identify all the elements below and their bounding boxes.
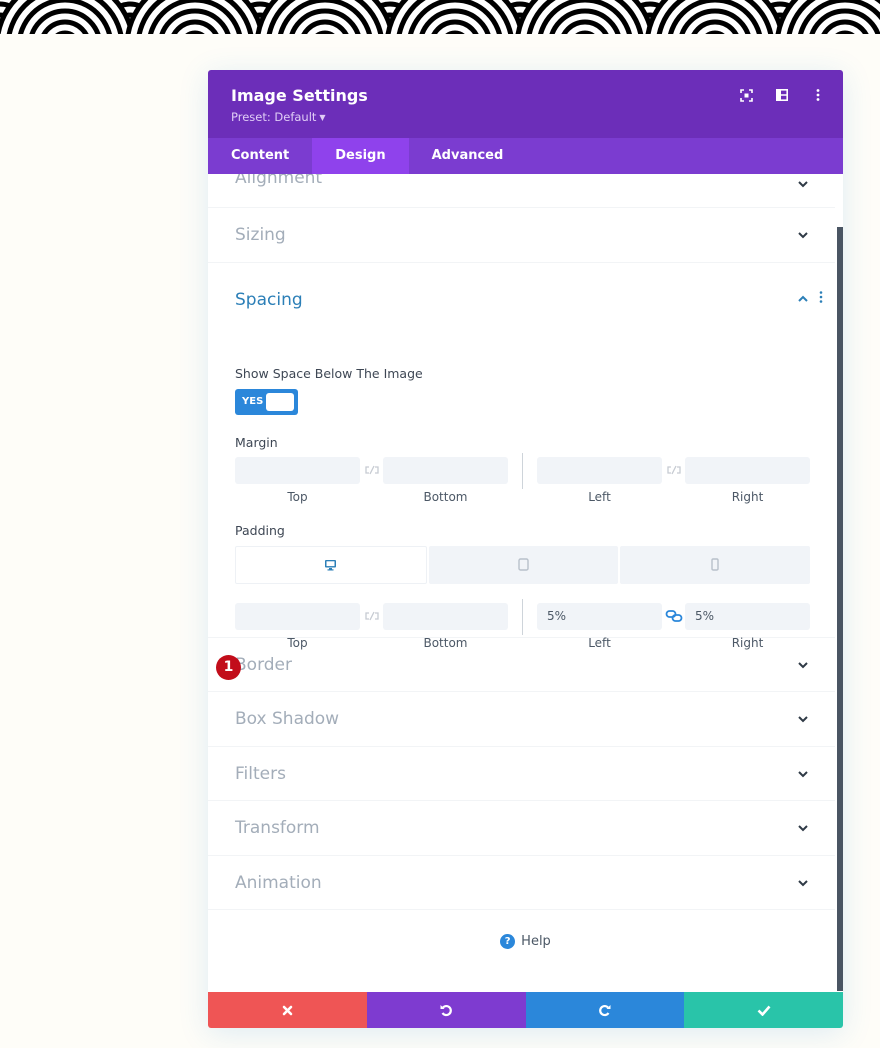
chevron-down-icon bbox=[798, 770, 808, 777]
tablet-icon bbox=[518, 558, 529, 571]
margin-right-input[interactable] bbox=[685, 456, 810, 484]
section-sizing[interactable]: Sizing bbox=[208, 208, 835, 263]
section-options-icon[interactable] bbox=[819, 290, 823, 303]
padding-left-input[interactable]: 5% bbox=[537, 602, 662, 630]
toggle-knob bbox=[266, 392, 294, 411]
discard-button[interactable] bbox=[208, 992, 367, 1028]
device-tab-phone[interactable] bbox=[620, 545, 811, 584]
settings-scroll-area: Alignment Sizing Spacing Show Space Belo… bbox=[208, 174, 843, 992]
modal-header: Image Settings Preset: Default ▼ bbox=[208, 70, 843, 138]
chevron-down-icon bbox=[798, 879, 808, 886]
phone-icon bbox=[711, 558, 719, 571]
show-space-label: Show Space Below The Image bbox=[235, 365, 423, 381]
section-title: Border bbox=[235, 654, 292, 675]
more-options-icon[interactable] bbox=[811, 88, 825, 102]
section-title: Transform bbox=[235, 818, 320, 838]
checkmark-icon bbox=[757, 1005, 771, 1016]
scrollbar[interactable] bbox=[837, 227, 843, 991]
section-title: Filters bbox=[235, 763, 286, 784]
undo-icon bbox=[440, 1004, 452, 1017]
tab-design[interactable]: Design bbox=[312, 138, 409, 174]
section-spacing: Spacing Show Space Below The Image YES M… bbox=[208, 263, 835, 680]
margin-fields: Top Bottom Left Right bbox=[235, 452, 810, 509]
unlink-icon[interactable] bbox=[363, 463, 381, 477]
section-border[interactable]: Border bbox=[208, 638, 835, 692]
close-icon bbox=[282, 1005, 293, 1015]
link-icon[interactable] bbox=[665, 609, 683, 623]
padding-right-input[interactable]: 5% bbox=[685, 602, 810, 630]
chevron-down-icon bbox=[798, 716, 808, 723]
section-filters[interactable]: Filters bbox=[208, 747, 835, 801]
preset-label: Preset: Default bbox=[231, 110, 317, 124]
redo-icon bbox=[599, 1004, 611, 1017]
help-label: Help bbox=[521, 934, 551, 949]
split-view-icon[interactable] bbox=[775, 88, 789, 102]
tab-content[interactable]: Content bbox=[208, 138, 312, 174]
section-title: Animation bbox=[235, 872, 322, 893]
chevron-down-icon bbox=[798, 232, 808, 239]
unlink-icon[interactable] bbox=[363, 609, 381, 623]
section-animation[interactable]: Animation bbox=[208, 856, 835, 910]
device-tab-tablet[interactable] bbox=[428, 545, 619, 584]
device-tabs bbox=[235, 545, 811, 584]
tab-bar: Content Design Advanced bbox=[208, 138, 843, 174]
chevron-down-icon bbox=[798, 181, 808, 188]
redo-button[interactable] bbox=[525, 992, 685, 1028]
unlink-icon[interactable] bbox=[665, 463, 683, 477]
caret-down-icon: ▼ bbox=[319, 113, 326, 122]
section-transform[interactable]: Transform bbox=[208, 801, 835, 856]
margin-left-input[interactable] bbox=[537, 456, 662, 484]
device-tab-desktop[interactable] bbox=[235, 545, 427, 584]
undo-button[interactable] bbox=[366, 992, 526, 1028]
step-number-badge: 1 bbox=[216, 654, 241, 680]
show-space-toggle[interactable]: YES bbox=[235, 388, 298, 415]
chevron-up-icon[interactable] bbox=[797, 295, 809, 303]
margin-left-label: Left bbox=[588, 489, 611, 504]
chevron-down-icon bbox=[798, 661, 808, 668]
decorative-wave-pattern bbox=[0, 0, 880, 34]
wave-pattern-svg bbox=[0, 0, 880, 34]
margin-label: Margin bbox=[235, 434, 278, 450]
padding-top-input[interactable] bbox=[235, 602, 360, 630]
tab-advanced[interactable]: Advanced bbox=[409, 138, 527, 174]
margin-top-input[interactable] bbox=[235, 456, 360, 484]
chevron-down-icon bbox=[798, 825, 808, 832]
modal-footer bbox=[208, 992, 843, 1028]
margin-right-label: Right bbox=[731, 489, 764, 504]
preset-dropdown[interactable]: Preset: Default ▼ bbox=[231, 110, 843, 124]
toggle-value: YES bbox=[242, 396, 264, 407]
divider bbox=[522, 598, 523, 635]
section-title: Sizing bbox=[235, 225, 286, 245]
help-link[interactable]: ? Help bbox=[208, 934, 843, 949]
margin-bottom-input[interactable] bbox=[383, 456, 508, 484]
padding-bottom-input[interactable] bbox=[383, 602, 508, 630]
focus-mode-icon[interactable] bbox=[739, 88, 753, 102]
section-title: Box Shadow bbox=[235, 709, 340, 729]
margin-bottom-label: Bottom bbox=[423, 489, 468, 504]
help-icon: ? bbox=[500, 934, 516, 949]
desktop-icon bbox=[325, 559, 337, 570]
padding-label: Padding bbox=[235, 522, 285, 538]
divider bbox=[522, 452, 523, 489]
settings-modal: Image Settings Preset: Default ▼ Content … bbox=[208, 70, 843, 1028]
save-button[interactable] bbox=[684, 992, 843, 1028]
section-alignment[interactable]: Alignment bbox=[208, 174, 835, 208]
section-title[interactable]: Spacing bbox=[208, 263, 835, 337]
section-box-shadow[interactable]: Box Shadow bbox=[208, 692, 835, 747]
margin-top-label: Top bbox=[287, 489, 308, 504]
section-title: Alignment bbox=[235, 174, 323, 188]
